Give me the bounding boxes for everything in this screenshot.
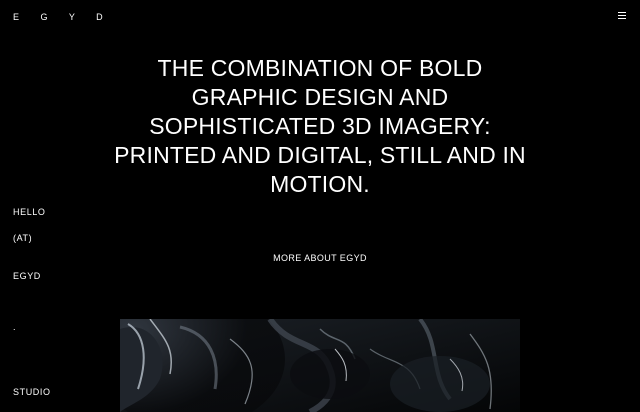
more-about-link[interactable]: MORE ABOUT EGYD bbox=[0, 253, 640, 263]
logo[interactable]: E G Y D bbox=[13, 12, 112, 22]
contact-link-dot[interactable]: . bbox=[13, 322, 16, 332]
contact-link-at[interactable]: (AT) bbox=[13, 233, 32, 243]
hero-headline: THE COMBINATION OF BOLD GRAPHIC DESIGN A… bbox=[114, 55, 526, 197]
contact-link-egyd[interactable]: EGYD bbox=[13, 271, 41, 281]
contact-link-hello[interactable]: HELLO bbox=[13, 207, 46, 217]
contact-link-studio[interactable]: STUDIO bbox=[13, 387, 51, 397]
hamburger-menu-icon[interactable] bbox=[618, 12, 626, 21]
hero-image bbox=[120, 319, 520, 412]
